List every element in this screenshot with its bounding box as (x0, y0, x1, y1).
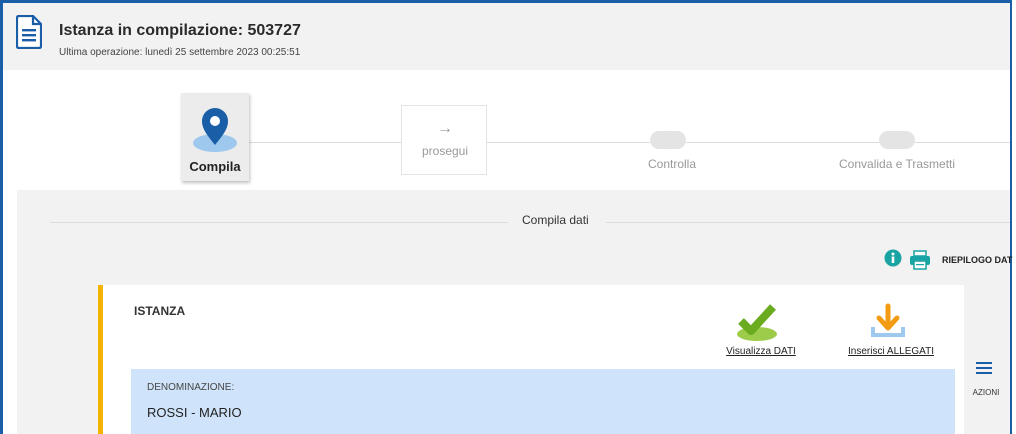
download-icon[interactable] (869, 303, 907, 343)
card-title: ISTANZA (134, 304, 186, 318)
divider (606, 222, 1010, 223)
step-compila[interactable]: Compila (181, 93, 249, 181)
divider (50, 222, 508, 223)
checkmark-icon[interactable] (735, 303, 779, 343)
step-dot-controlla (650, 131, 686, 149)
stepper-connector (487, 142, 650, 143)
stepper-connector (686, 142, 879, 143)
field-label: DENOMINAZIONE: (147, 382, 235, 393)
step-label-convalida: Convalida e Trasmetti (839, 157, 956, 171)
step-label: Compila (189, 159, 241, 174)
visualizza-dati-link[interactable]: Visualizza DATI (715, 346, 807, 357)
print-icon[interactable] (909, 250, 931, 270)
arrow-right-icon: → (437, 120, 453, 137)
step-dot-convalida (879, 131, 915, 149)
stepper-connector (249, 142, 401, 143)
info-icon[interactable] (884, 249, 902, 267)
denominazione-field (131, 369, 955, 434)
azioni-panel (964, 285, 1010, 434)
map-pin-icon (193, 108, 237, 152)
menu-icon[interactable] (976, 362, 992, 377)
last-operation-text: Ultima operazione: lunedì 25 settembre 2… (59, 47, 301, 58)
field-value: ROSSI - MARIO (147, 405, 242, 420)
section-title: Compila dati (522, 213, 589, 227)
step-label: prosegui (421, 144, 469, 158)
page-title: Istanza in compilazione: 503727 (59, 22, 301, 39)
step-label-controlla: Controlla (648, 157, 697, 171)
stepper-connector (915, 142, 1010, 143)
stepper (3, 70, 1010, 190)
azioni-label[interactable]: AZIONI (968, 388, 1004, 397)
document-icon (16, 15, 42, 49)
riepilogo-dati-link[interactable]: RIEPILOGO DAT (942, 255, 1012, 265)
prosegui-button[interactable]: → prosegui (401, 105, 487, 175)
inserisci-allegati-link[interactable]: Inserisci ALLEGATI (838, 346, 944, 357)
